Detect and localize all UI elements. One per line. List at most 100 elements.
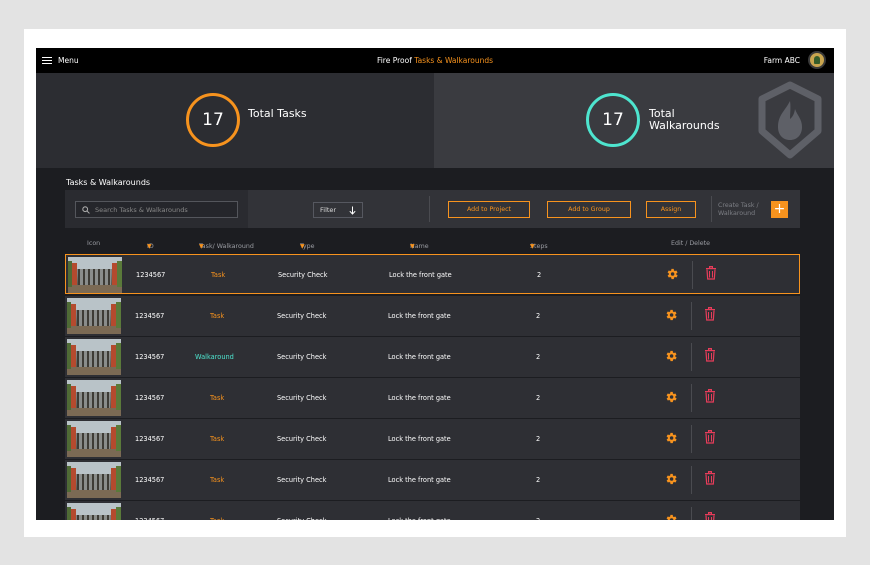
table-row[interactable]: 1234567 Task Security Check Lock the front … <box>65 460 800 500</box>
toolbar-divider <box>429 196 430 222</box>
gear-icon[interactable] <box>664 390 678 404</box>
row-thumbnail <box>68 257 122 293</box>
row-divider <box>691 507 692 520</box>
row-name: Lock the front gate <box>389 271 452 279</box>
gear-icon[interactable] <box>664 472 678 486</box>
table-row[interactable]: 1234567 Task Security Check Lock the front … <box>65 419 800 459</box>
row-type: Security Check <box>277 476 327 484</box>
row-type: Security Check <box>277 353 327 361</box>
row-id: 1234567 <box>135 394 165 402</box>
search-input[interactable]: Search Tasks & Walkarounds <box>75 201 238 218</box>
stats-panel: 17 Total Tasks 17 Total Walkarounds <box>36 73 834 168</box>
farm-name[interactable]: Farm ABC <box>764 56 800 65</box>
trash-icon[interactable] <box>704 389 716 403</box>
app-title-prefix: Fire Proof <box>376 56 412 65</box>
walkarounds-label: Total Walkarounds <box>649 107 720 132</box>
row-steps: 2 <box>536 435 541 443</box>
row-divider <box>691 466 692 494</box>
row-divider <box>691 384 692 412</box>
trash-icon[interactable] <box>704 430 716 444</box>
user-icon <box>814 56 820 64</box>
search-icon <box>82 205 90 214</box>
section-title: Tasks & Walkarounds <box>66 178 151 187</box>
table-header: Icon ID ▼ Task/ Walkaround ▼ Type ▼ Name… <box>65 237 800 251</box>
walkarounds-count-ring: 17 <box>586 93 640 147</box>
app-title: Fire Proof Tasks & Walkarounds <box>36 56 834 65</box>
toolbar-divider <box>711 196 712 222</box>
row-steps: 2 <box>536 353 541 361</box>
top-bar: Menu Fire Proof Tasks & Walkarounds Farm… <box>36 48 834 73</box>
row-type: Security Check <box>277 394 327 402</box>
row-kind: Task <box>211 271 226 279</box>
tasks-label: Total Tasks <box>248 107 307 120</box>
row-steps: 2 <box>536 476 541 484</box>
row-name: Lock the front gate <box>388 353 451 361</box>
row-divider <box>692 261 693 289</box>
row-steps: 2 <box>536 517 540 520</box>
col-task-label: Task/ Walkaround <box>199 243 254 250</box>
row-thumbnail <box>67 462 121 498</box>
avatar[interactable] <box>808 51 826 69</box>
tasks-count-ring: 17 <box>186 93 240 147</box>
row-type: Security Check <box>277 312 327 320</box>
trash-icon[interactable] <box>704 512 716 520</box>
create-task-button[interactable]: + <box>771 201 788 218</box>
sort-arrow-icon: ▼ <box>199 243 204 250</box>
trash-icon[interactable] <box>704 471 716 485</box>
add-to-group-button[interactable]: Add to Group <box>547 201 631 218</box>
row-kind: Task <box>210 394 225 402</box>
row-name: Lock the front gate <box>388 517 451 520</box>
gear-icon[interactable] <box>664 431 678 445</box>
assign-button[interactable]: Assign <box>646 201 696 218</box>
create-task-label: Create Task / Walkaround <box>718 202 759 217</box>
table-row[interactable]: 1234567 Task Security Check Lock the front … <box>65 296 800 336</box>
row-steps: 2 <box>536 312 541 320</box>
app-screen: Menu Fire Proof Tasks & Walkarounds Farm… <box>36 48 834 520</box>
table-toolbar: Search Tasks & Walkarounds Filter Add to… <box>65 190 800 228</box>
total-tasks-card: 17 Total Tasks <box>36 73 434 168</box>
col-icon: Icon <box>87 240 101 247</box>
total-walkarounds-card: 17 Total Walkarounds <box>434 73 834 168</box>
trash-icon[interactable] <box>704 307 716 321</box>
row-id: 1234567 <box>136 271 166 279</box>
filter-button[interactable]: Filter <box>313 202 363 218</box>
sort-arrow-icon: ▼ <box>300 243 305 250</box>
row-divider <box>691 343 692 371</box>
arrow-down-icon <box>349 206 356 215</box>
fire-shield-icon <box>758 81 822 159</box>
row-thumbnail <box>67 339 121 375</box>
row-kind: Task <box>210 517 224 520</box>
row-divider <box>691 425 692 453</box>
trash-icon[interactable] <box>704 348 716 362</box>
row-steps: 2 <box>536 394 541 402</box>
gear-icon[interactable] <box>664 349 678 363</box>
row-type: Security Check <box>277 517 326 520</box>
row-id: 1234567 <box>135 312 165 320</box>
table-row[interactable]: 1234567 Task Security Check Lock the front … <box>65 378 800 418</box>
table-row[interactable]: 1234567 Task Security Check Lock the front … <box>65 501 800 520</box>
row-kind: Walkaround <box>195 353 234 361</box>
row-name: Lock the front gate <box>388 435 451 443</box>
gear-icon[interactable] <box>664 513 678 520</box>
table-row[interactable]: 1234567 Task Security Check Lock the front … <box>65 254 800 294</box>
row-name: Lock the front gate <box>388 476 451 484</box>
filter-label: Filter <box>320 206 337 214</box>
col-edit-delete: Edit / Delete <box>671 240 711 247</box>
row-steps: 2 <box>537 271 542 279</box>
row-kind: Task <box>210 435 225 443</box>
gear-icon[interactable] <box>665 267 679 281</box>
row-id: 1234567 <box>135 353 165 361</box>
add-to-project-button[interactable]: Add to Project <box>448 201 530 218</box>
row-type: Security Check <box>277 435 327 443</box>
gear-icon[interactable] <box>664 308 678 322</box>
sort-arrow-icon: ▼ <box>147 243 152 250</box>
table-row[interactable]: 1234567 Walkaround Security Check Lock the … <box>65 337 800 377</box>
row-id: 1234567 <box>135 476 165 484</box>
row-thumbnail <box>67 503 121 520</box>
row-thumbnail <box>67 421 121 457</box>
row-thumbnail <box>67 380 121 416</box>
row-name: Lock the front gate <box>388 312 451 320</box>
tasks-count: 17 <box>202 110 224 130</box>
row-type: Security Check <box>278 271 328 279</box>
trash-icon[interactable] <box>705 266 717 280</box>
